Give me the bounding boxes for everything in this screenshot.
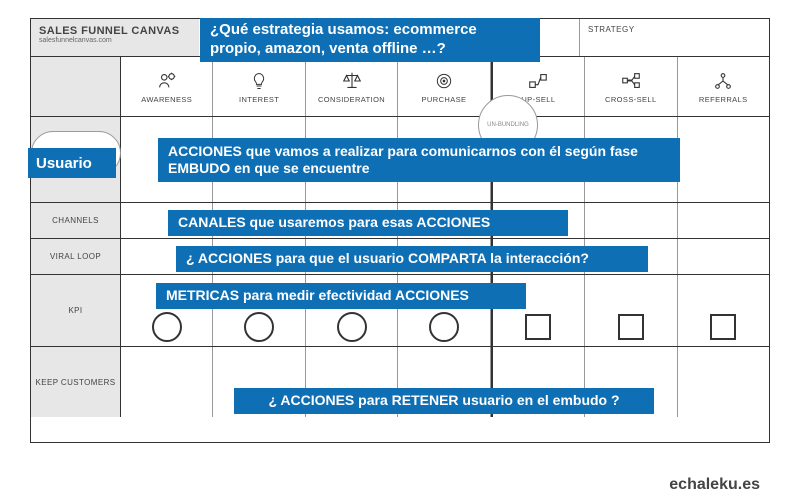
- crosssell-icon: [620, 70, 642, 92]
- overlay-viral: ¿ ACCIONES para que el usuario COMPARTA …: [176, 246, 648, 272]
- col-consideration: CONSIDERATION: [306, 57, 398, 116]
- overlay-retener: ¿ ACCIONES para RETENER usuario en el em…: [234, 388, 654, 414]
- canvas-title: SALES FUNNEL CANVAS: [39, 25, 191, 37]
- col-label: CROSS-SELL: [605, 95, 657, 104]
- overlay-acciones: ACCIONES que vamos a realizar para comun…: [158, 138, 680, 182]
- kpi-marker-circle: [337, 312, 367, 342]
- column-header-row: AWARENESS INTEREST CONSIDERATION PURCHAS…: [31, 57, 769, 117]
- columns: AWARENESS INTEREST CONSIDERATION PURCHAS…: [121, 57, 769, 116]
- overlay-strategy-question: ¿Qué estrategia usamos: ecommerce propio…: [200, 18, 540, 62]
- col-referrals: REFERRALS: [678, 57, 769, 116]
- kpi-marker-square: [710, 314, 736, 340]
- referrals-icon: [712, 70, 734, 92]
- kpi-marker-square: [525, 314, 551, 340]
- row-label-gutter: [31, 57, 121, 116]
- gear-person-icon: [156, 70, 178, 92]
- strategy-cell: STRATEGY: [579, 19, 769, 56]
- target-icon: [433, 70, 455, 92]
- footer-credit: echaleku.es: [669, 476, 760, 494]
- upsell-icon: [527, 70, 549, 92]
- header-left: SALES FUNNEL CANVAS salesfunnelcanvas.co…: [31, 19, 199, 56]
- col-label: INTEREST: [239, 95, 279, 104]
- row-label-channels: CHANNELS: [31, 203, 121, 238]
- overlay-metricas: METRICAS para medir efectividad ACCIONES: [156, 283, 526, 309]
- col-label: AWARENESS: [141, 95, 192, 104]
- kpi-marker-square: [618, 314, 644, 340]
- kpi-marker-circle: [152, 312, 182, 342]
- canvas-subtitle: salesfunnelcanvas.com: [39, 37, 191, 44]
- scales-icon: [341, 70, 363, 92]
- row-label-kpi: KPI: [31, 275, 121, 346]
- col-crosssell: CROSS-SELL: [585, 57, 677, 116]
- col-label: REFERRALS: [699, 95, 748, 104]
- col-label: PURCHASE: [422, 95, 467, 104]
- strategy-label: STRATEGY: [588, 25, 635, 34]
- overlay-canales: CANALES que usaremos para esas ACCIONES: [168, 210, 568, 236]
- kpi-marker-circle: [429, 312, 459, 342]
- lightbulb-icon: [248, 70, 270, 92]
- col-interest: INTEREST: [213, 57, 305, 116]
- col-awareness: AWARENESS: [121, 57, 213, 116]
- col-purchase: PURCHASE: [398, 57, 490, 116]
- overlay-usuario: Usuario: [28, 148, 116, 178]
- col-label: CONSIDERATION: [318, 95, 385, 104]
- kpi-marker-circle: [244, 312, 274, 342]
- row-label-viral: VIRAL LOOP: [31, 239, 121, 274]
- row-label-keep: KEEP CUSTOMERS: [31, 347, 121, 417]
